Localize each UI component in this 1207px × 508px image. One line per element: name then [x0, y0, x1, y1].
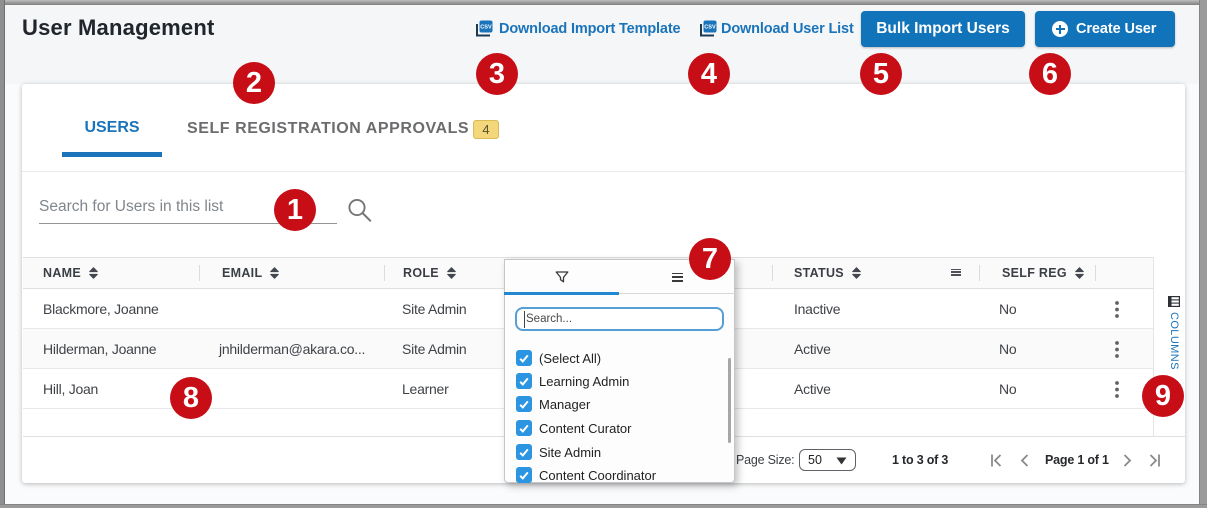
- svg-text:CSV: CSV: [480, 25, 492, 31]
- svg-text:CSV: CSV: [704, 25, 716, 31]
